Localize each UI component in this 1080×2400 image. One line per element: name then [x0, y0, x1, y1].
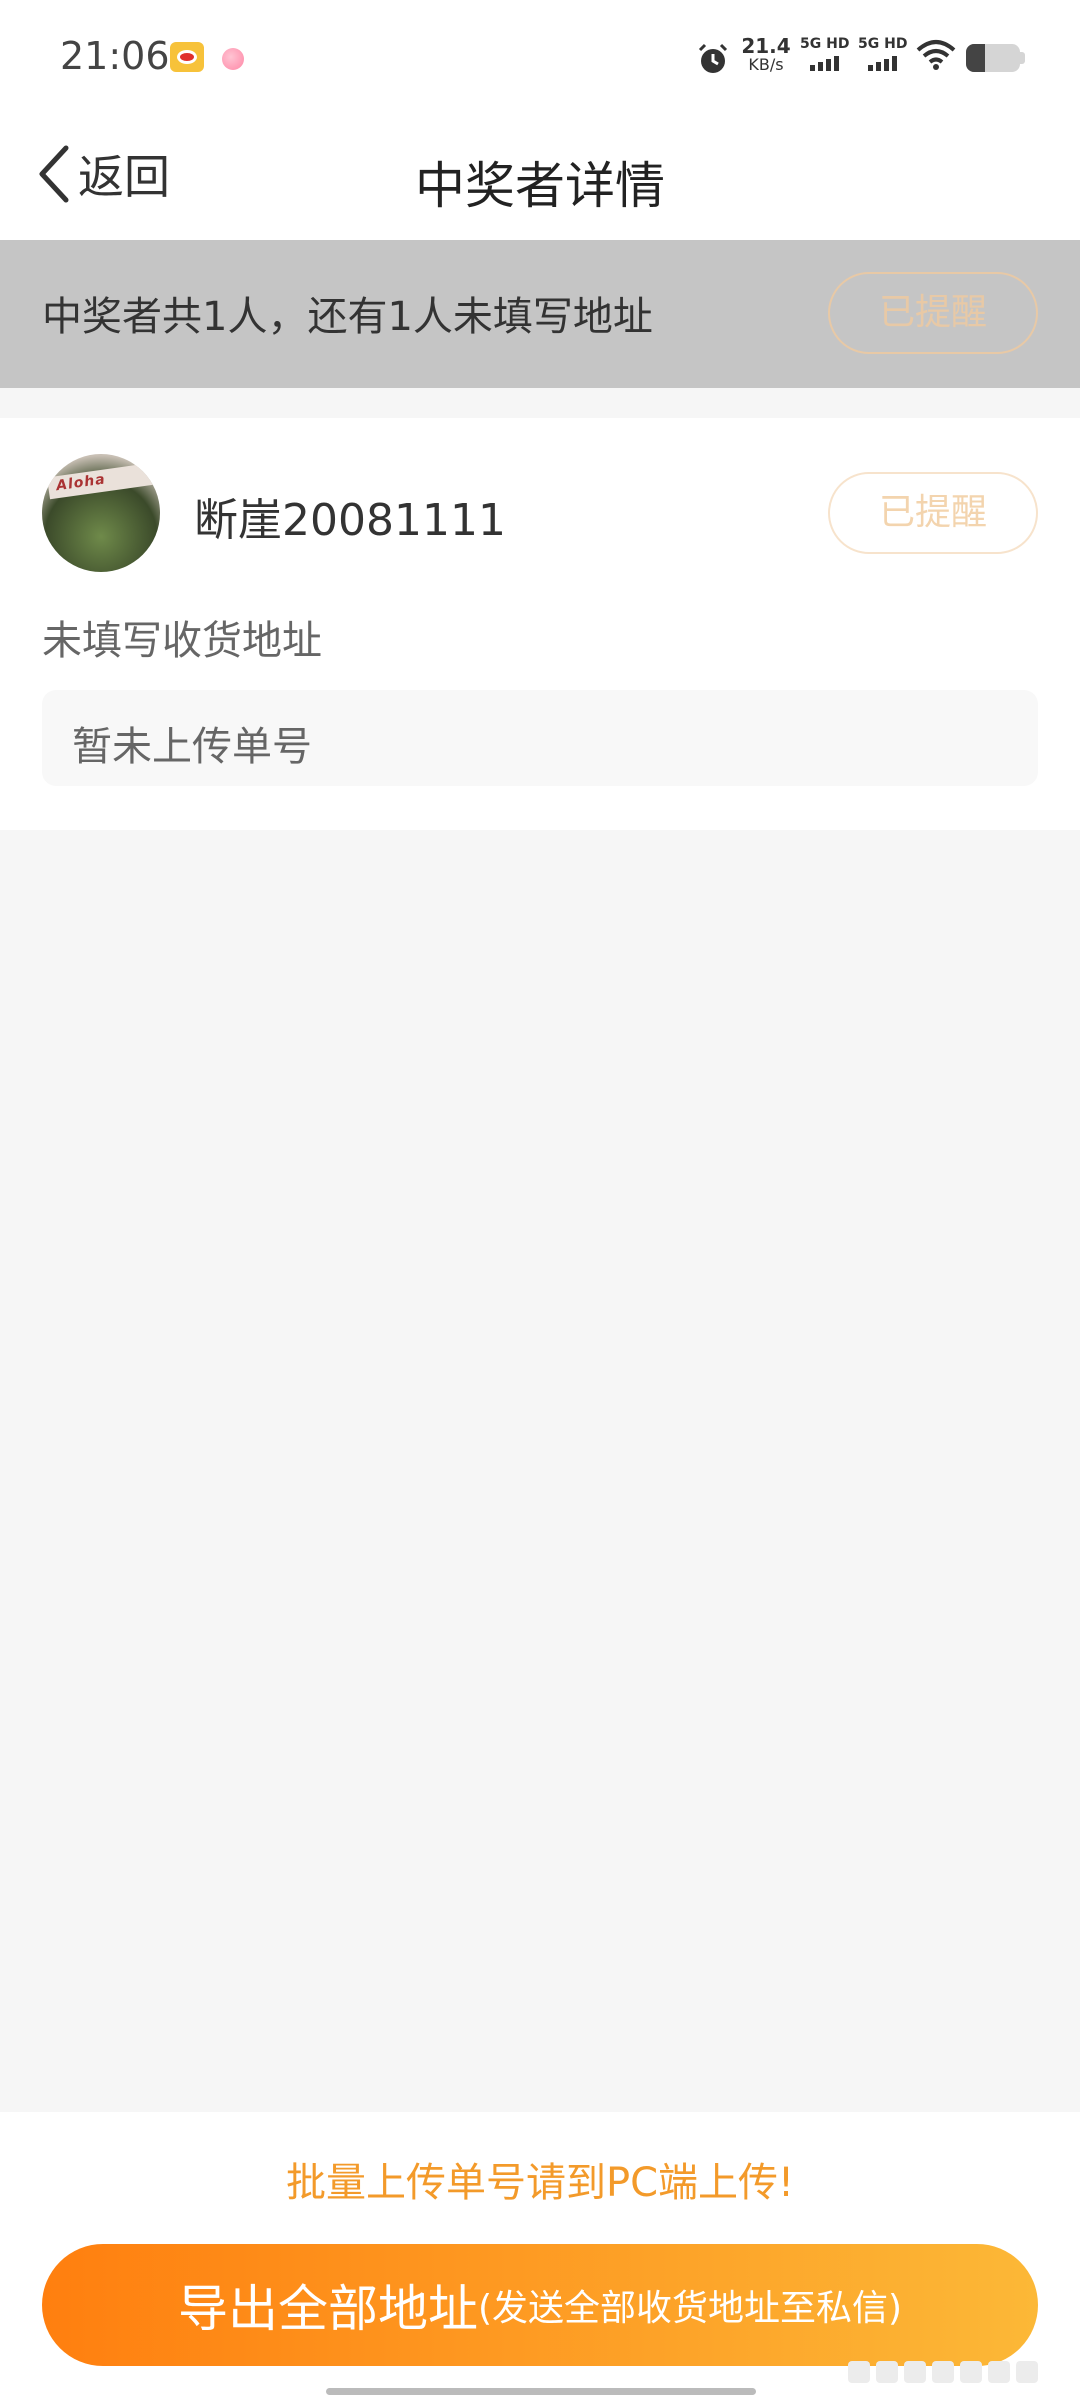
status-bar: 21:06 21.4 KB/s 5G HD 5G HD	[0, 0, 1080, 110]
sim2-signal-icon: 5G HD	[858, 36, 910, 76]
battery-level	[966, 44, 985, 72]
export-addresses-button[interactable]: 导出全部地址 (发送全部收货地址至私信)	[42, 2244, 1038, 2366]
alarm-icon	[698, 43, 728, 73]
weibo-icon	[170, 42, 204, 72]
nav-bar: 返回 中奖者详情	[0, 110, 1080, 240]
export-sub-label: (发送全部收货地址至私信)	[477, 2288, 903, 2329]
remind-winner-button[interactable]: 已提醒	[828, 472, 1038, 554]
bottom-bar: 批量上传单号请到PC端上传! 导出全部地址 (发送全部收货地址至私信)	[0, 2112, 1080, 2400]
battery-icon	[966, 44, 1020, 72]
status-time: 21:06	[60, 34, 170, 78]
net-speed: 21.4 KB/s	[741, 34, 791, 74]
watermark	[848, 2358, 1068, 2386]
wifi-icon	[916, 40, 956, 70]
winner-card: Aloha 断崖20081111 已提醒 未填写收货地址 暂未上传单号	[0, 418, 1080, 830]
summary-banner: 中奖者共1人，还有1人未填写地址 已提醒	[0, 240, 1080, 388]
sim1-signal-icon: 5G HD	[800, 36, 852, 76]
page-title: 中奖者详情	[415, 157, 665, 215]
remind-all-button[interactable]: 已提醒	[828, 272, 1038, 354]
batch-upload-hint: 批量上传单号请到PC端上传!	[285, 2160, 795, 2206]
pink-dot-icon	[222, 48, 244, 70]
home-indicator[interactable]	[326, 2388, 756, 2395]
winner-username: 断崖20081111	[194, 495, 506, 546]
export-main-label: 导出全部地址	[177, 2280, 478, 2338]
tracking-number-field[interactable]: 暂未上传单号	[42, 690, 1038, 786]
summary-text: 中奖者共1人，还有1人未填写地址	[42, 294, 653, 340]
battery-cap	[1020, 52, 1025, 64]
address-status: 未填写收货地址	[42, 618, 322, 664]
tracking-placeholder: 暂未上传单号	[72, 724, 312, 770]
avatar[interactable]: Aloha	[42, 454, 160, 572]
